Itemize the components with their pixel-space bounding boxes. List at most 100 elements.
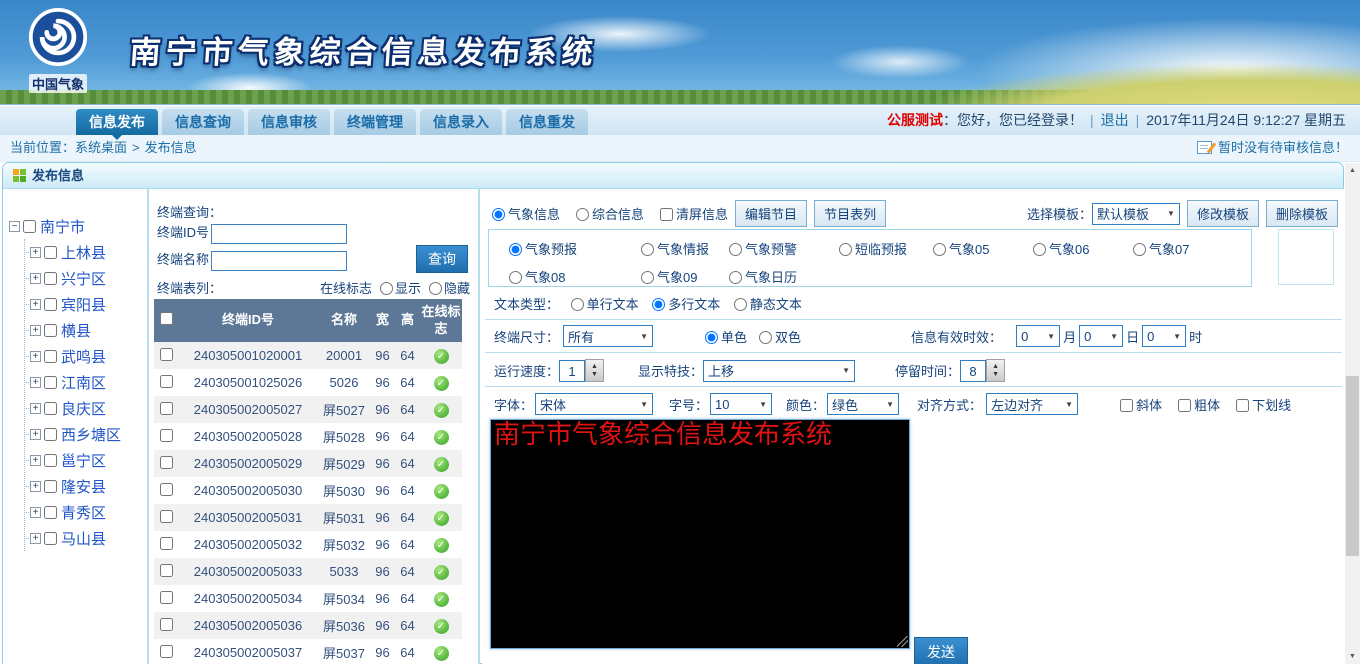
category-radio[interactable]	[641, 271, 654, 284]
row-checkbox[interactable]	[160, 564, 173, 577]
italic-option[interactable]: 斜体	[1120, 395, 1162, 414]
category-option[interactable]: 气象07	[1133, 239, 1251, 258]
static-text-option[interactable]: 静态文本	[734, 297, 802, 312]
tree-node[interactable]: + 兴宁区	[25, 265, 147, 291]
expand-icon[interactable]: +	[30, 377, 41, 388]
single-color-option[interactable]: 单色	[705, 327, 747, 346]
search-button[interactable]: 查询	[416, 245, 468, 273]
show-radio[interactable]	[380, 282, 393, 295]
tree-node[interactable]: +上林县	[25, 239, 147, 265]
validity-day-select[interactable]: 0▼	[1079, 325, 1123, 347]
speed-stepper[interactable]: ▲▼	[585, 359, 604, 382]
tree-node-root[interactable]: − 南宁市	[9, 213, 147, 239]
tree-label[interactable]: 良庆区	[61, 398, 106, 419]
tree-node[interactable]: +良庆区	[25, 395, 147, 421]
tree-checkbox[interactable]	[44, 298, 57, 311]
category-radio[interactable]	[729, 271, 742, 284]
tab-info-entry[interactable]: 信息录入	[420, 109, 502, 135]
font-size-select[interactable]: 10▼	[710, 393, 772, 415]
expand-icon[interactable]: +	[30, 481, 41, 492]
tree-checkbox[interactable]	[44, 480, 57, 493]
scroll-down-icon[interactable]: ▼	[1345, 649, 1360, 664]
tree-node[interactable]: +青秀区	[25, 499, 147, 525]
font-select[interactable]: 宋体▼	[535, 393, 653, 415]
tree-node[interactable]: +邕宁区	[25, 447, 147, 473]
select-all-checkbox[interactable]	[160, 312, 173, 325]
row-checkbox[interactable]	[160, 537, 173, 550]
expand-icon[interactable]: +	[30, 325, 41, 336]
comprehensive-info-radio[interactable]	[576, 208, 589, 221]
tree-label[interactable]: 江南区	[61, 372, 106, 393]
multi-line-option[interactable]: 多行文本	[652, 297, 720, 312]
expand-icon[interactable]: +	[30, 299, 41, 310]
scrollbar-thumb[interactable]	[1346, 376, 1359, 556]
category-radio[interactable]	[509, 271, 522, 284]
multi-line-radio[interactable]	[652, 298, 665, 311]
preview-text[interactable]: 南宁市气象综合信息发布系统	[491, 420, 909, 452]
single-line-radio[interactable]	[571, 298, 584, 311]
category-radio[interactable]	[729, 243, 742, 256]
tree-label[interactable]: 西乡塘区	[61, 424, 121, 445]
tree-checkbox[interactable]	[44, 402, 57, 415]
hide-radio[interactable]	[429, 282, 442, 295]
dual-color-option[interactable]: 双色	[759, 327, 801, 346]
tree-checkbox[interactable]	[44, 428, 57, 441]
tree-checkbox[interactable]	[44, 376, 57, 389]
validity-month-select[interactable]: 0▼	[1016, 325, 1060, 347]
row-checkbox[interactable]	[160, 618, 173, 631]
row-checkbox[interactable]	[160, 375, 173, 388]
tree-checkbox[interactable]	[44, 506, 57, 519]
tree-label[interactable]: 横县	[61, 320, 91, 341]
tree-node[interactable]: + 西乡塘区	[25, 421, 147, 447]
category-radio[interactable]	[839, 243, 852, 256]
expand-icon[interactable]: +	[30, 507, 41, 518]
scroll-up-icon[interactable]: ▲	[1345, 163, 1360, 178]
tab-terminal-manage[interactable]: 终端管理	[334, 109, 416, 135]
resize-handle[interactable]	[897, 636, 908, 647]
category-radio[interactable]	[933, 243, 946, 256]
row-checkbox[interactable]	[160, 645, 173, 658]
category-radio[interactable]	[1033, 243, 1046, 256]
vertical-scrollbar[interactable]: ▲ ▼	[1345, 163, 1360, 664]
stay-stepper[interactable]: ▲▼	[986, 359, 1005, 382]
bold-checkbox[interactable]	[1178, 399, 1191, 412]
tree-node[interactable]: + 横县	[25, 317, 147, 343]
single-line-option[interactable]: 单行文本	[571, 297, 639, 312]
tree-node[interactable]: + 武鸣县	[25, 343, 147, 369]
expand-icon[interactable]: +	[30, 533, 41, 544]
category-radio[interactable]	[509, 243, 522, 256]
tree-label[interactable]: 邕宁区	[61, 450, 106, 471]
expand-icon[interactable]: +	[30, 351, 41, 362]
clear-screen-option[interactable]: 清屏信息	[660, 204, 728, 223]
underline-checkbox[interactable]	[1236, 399, 1249, 412]
expand-icon[interactable]: +	[30, 429, 41, 440]
tree-checkbox-root[interactable]	[23, 220, 36, 233]
clear-screen-checkbox[interactable]	[660, 208, 673, 221]
underline-option[interactable]: 下划线	[1236, 395, 1291, 414]
tree-label[interactable]: 马山县	[61, 528, 106, 549]
program-list-button[interactable]: 节目表列	[814, 200, 886, 227]
collapse-icon[interactable]: −	[9, 221, 20, 232]
template-select[interactable]: 默认模板▼	[1092, 203, 1180, 225]
tree-label[interactable]: 上林县	[61, 242, 106, 263]
category-option[interactable]: 气象日历	[729, 267, 839, 286]
tree-node[interactable]: + 马山县	[25, 525, 147, 551]
stay-input[interactable]: 8	[960, 360, 986, 382]
bold-option[interactable]: 粗体	[1178, 395, 1220, 414]
tab-info-audit[interactable]: 信息审核	[248, 109, 330, 135]
row-checkbox[interactable]	[160, 456, 173, 469]
row-checkbox[interactable]	[160, 510, 173, 523]
speed-input[interactable]: 1	[559, 360, 585, 382]
tree-label[interactable]: 武鸣县	[61, 346, 106, 367]
tree-label[interactable]: 宾阳县	[61, 294, 106, 315]
logout-link[interactable]: 退出	[1101, 112, 1129, 128]
row-checkbox[interactable]	[160, 348, 173, 361]
tree-label[interactable]: 兴宁区	[61, 268, 106, 289]
expand-icon[interactable]: +	[30, 273, 41, 284]
category-option[interactable]: 气象06	[1033, 239, 1133, 258]
delete-template-button[interactable]: 删除模板	[1266, 200, 1338, 227]
tab-info-query[interactable]: 信息查询	[162, 109, 244, 135]
modify-template-button[interactable]: 修改模板	[1187, 200, 1259, 227]
category-option[interactable]: 气象情报	[641, 239, 729, 258]
tree-checkbox[interactable]	[44, 246, 57, 259]
